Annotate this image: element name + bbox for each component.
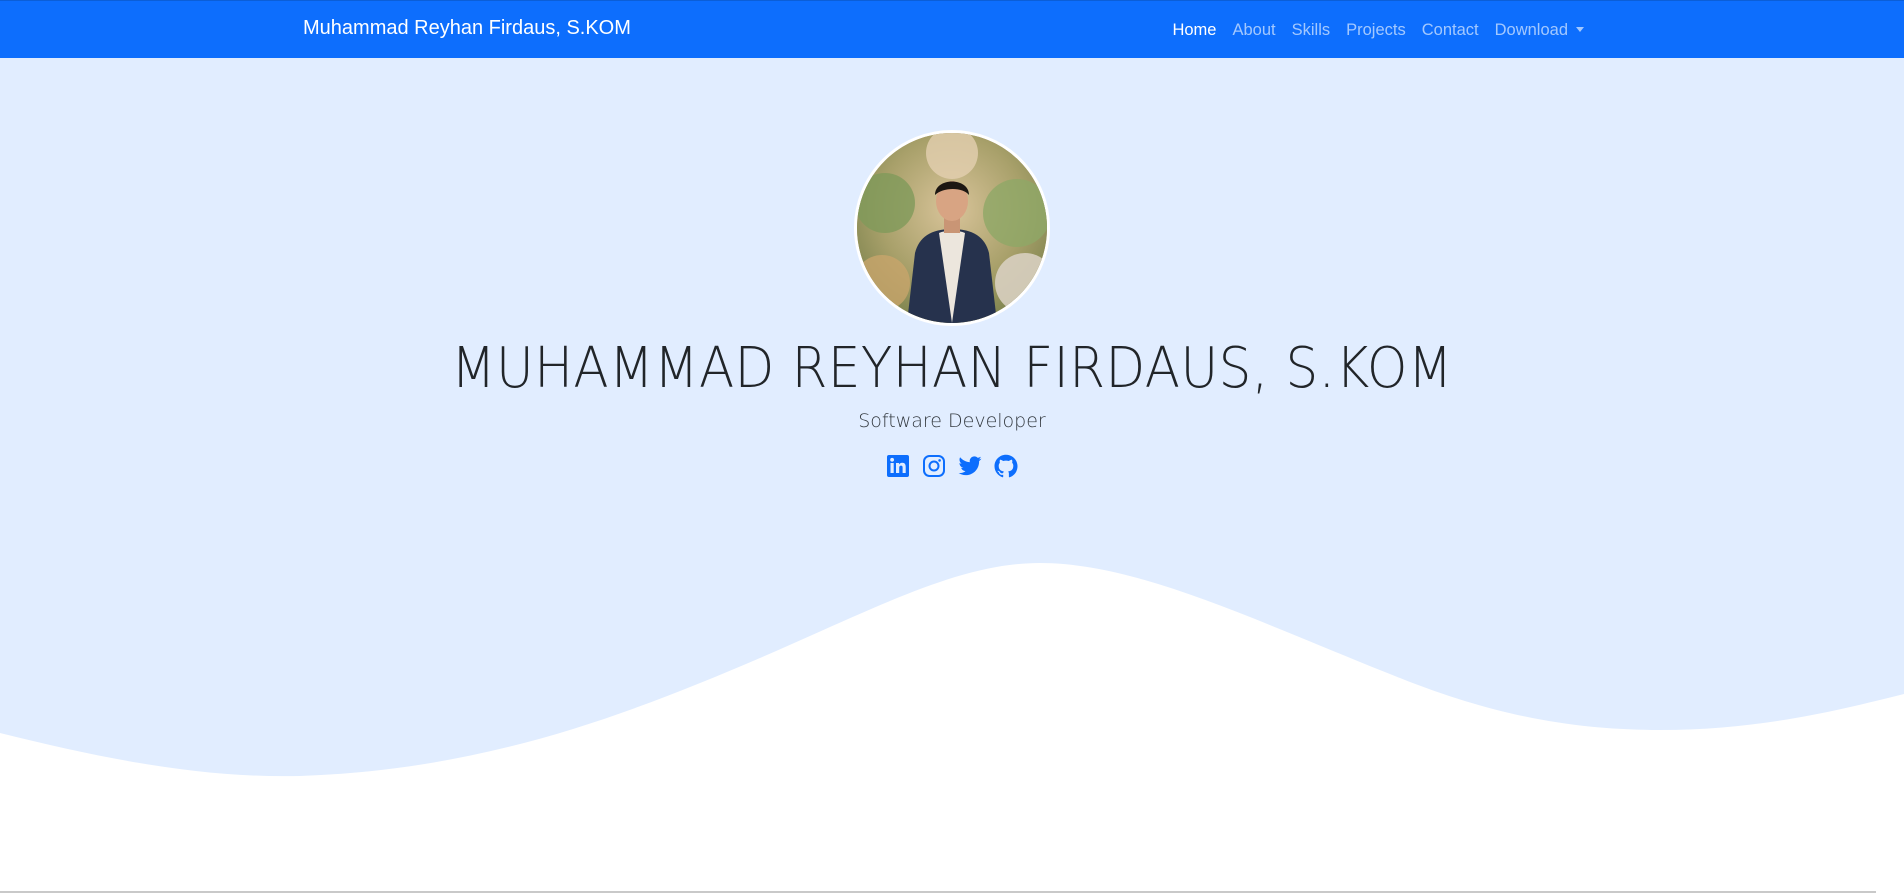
nav-link-skills[interactable]: Skills — [1284, 21, 1339, 40]
nav-link-about[interactable]: About — [1224, 21, 1283, 40]
navbar: Muhammad Reyhan Firdaus, S.KOM Home Abou… — [0, 0, 1904, 58]
nav-dropdown-download[interactable]: Download — [1487, 21, 1592, 40]
nav-link-projects[interactable]: Projects — [1338, 21, 1414, 40]
instagram-icon — [923, 455, 945, 477]
chevron-down-icon — [1576, 26, 1584, 32]
nav-link-home[interactable]: Home — [1164, 21, 1224, 40]
profile-photo — [857, 133, 1047, 323]
hero-name: MUHAMMAD REYHAN FIRDAUS, S.KOM — [451, 336, 1453, 401]
hero-section: MUHAMMAD REYHAN FIRDAUS, S.KOM Software … — [0, 58, 1904, 893]
hero-role: Software Developer — [858, 410, 1046, 432]
github-icon — [994, 454, 1018, 478]
linkedin-icon — [887, 455, 909, 477]
twitter-link[interactable] — [958, 454, 982, 478]
instagram-link[interactable] — [922, 454, 946, 478]
twitter-icon — [958, 456, 982, 476]
profile-avatar — [854, 130, 1050, 326]
navbar-brand[interactable]: Muhammad Reyhan Firdaus, S.KOM — [303, 17, 631, 40]
github-link[interactable] — [994, 454, 1018, 478]
social-links — [0, 454, 1904, 478]
nav-links: Home About Skills Projects Contact Downl… — [1164, 1, 1592, 59]
nav-link-contact[interactable]: Contact — [1414, 21, 1487, 40]
linkedin-link[interactable] — [886, 454, 910, 478]
nav-dropdown-download-label: Download — [1494, 20, 1568, 39]
